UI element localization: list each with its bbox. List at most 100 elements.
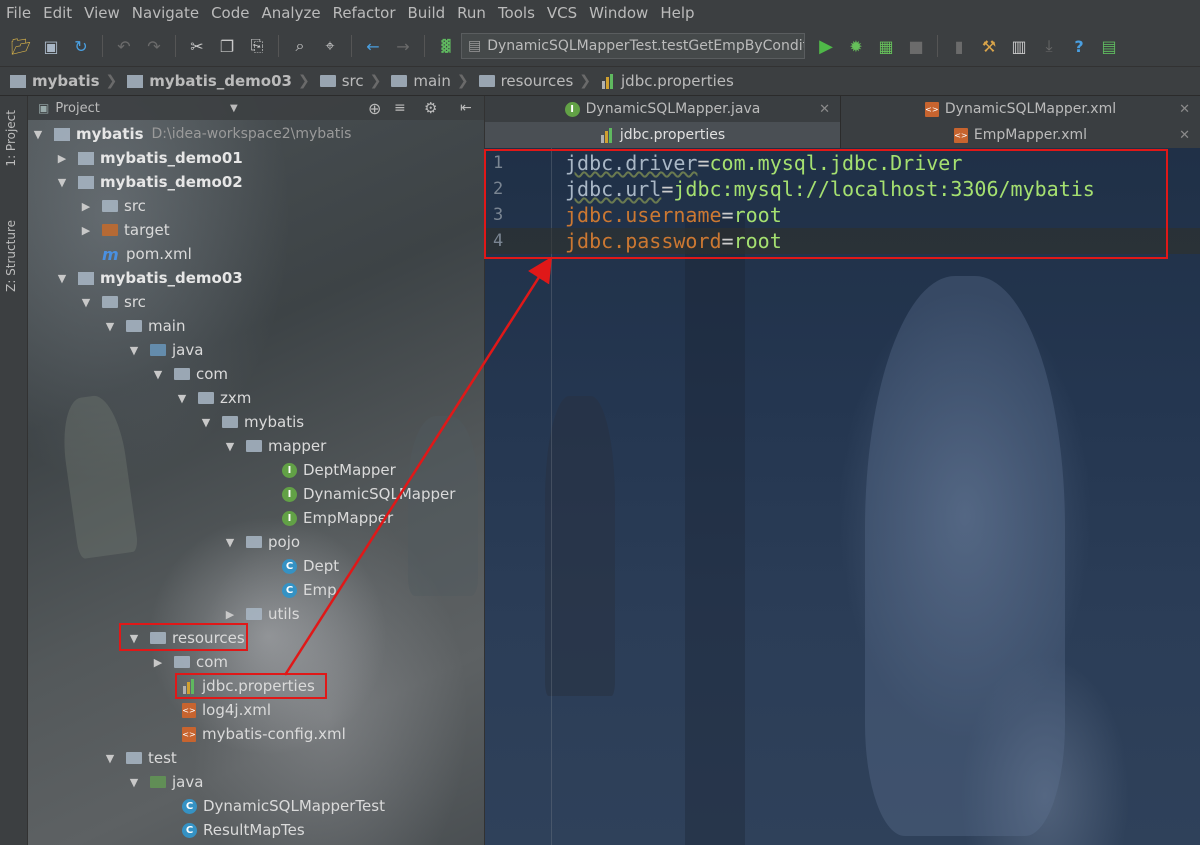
tree-item-test[interactable]: ▼ test [104, 746, 177, 770]
crumb-jdbc-properties[interactable]: jdbc.properties [591, 67, 740, 95]
tree-label: mapper [268, 437, 327, 455]
open-folder-icon[interactable]: 📂︎ [8, 33, 34, 59]
crumb-label: mybatis_demo03 [149, 72, 292, 90]
terminal-icon[interactable]: ▤ [1096, 33, 1122, 59]
copy-icon[interactable]: ❐ [214, 33, 240, 59]
crumb-src[interactable]: src [310, 67, 370, 95]
menu-build[interactable]: Build [402, 0, 452, 26]
menu-analyze[interactable]: Analyze [255, 0, 326, 26]
breadcrumb: mybatis ❯ mybatis_demo03 ❯ src ❯ main ❯ … [0, 67, 1200, 96]
menu-bar: File Edit View Navigate Code Analyze Ref… [0, 0, 1200, 26]
tab-label: jdbc.properties [619, 127, 726, 143]
menu-tools[interactable]: Tools [492, 0, 541, 26]
tree-item-empmapper[interactable]: I EmpMapper [282, 506, 393, 530]
tree-item-target[interactable]: ▶ target [80, 218, 170, 242]
tree-item-test-java[interactable]: ▼ java [128, 770, 204, 794]
tree-item-mybatis-package[interactable]: ▼ mybatis [200, 410, 304, 434]
tree-item-pom-xml[interactable]: m pom.xml [102, 242, 192, 266]
menu-run[interactable]: Run [451, 0, 492, 26]
tab-jdbc-properties[interactable]: jdbc.properties [485, 122, 841, 148]
run-icon[interactable]: ▶ [813, 33, 839, 59]
tree-item-dept[interactable]: C Dept [282, 554, 339, 578]
settings-icon[interactable]: ⚒ [976, 33, 1002, 59]
crumb-mybatis-demo03[interactable]: mybatis_demo03 [117, 67, 298, 95]
hide-panel-icon[interactable]: ⇤ [460, 100, 472, 116]
tree-item-log4j-xml[interactable]: <> log4j.xml [182, 698, 271, 722]
debug-icon[interactable]: ✹ [843, 33, 869, 59]
tree-label: DeptMapper [303, 461, 396, 479]
tree-item-com[interactable]: ▼ com [152, 362, 228, 386]
attach-icon[interactable]: ▮ [946, 33, 972, 59]
tab-dynamicsqlmapper-xml[interactable]: <> DynamicSQLMapper.xml ✕ [841, 96, 1200, 122]
source-folder-icon [150, 344, 166, 356]
tree-item-com-resources[interactable]: ▶ com [152, 650, 228, 674]
toolbar-divider [175, 35, 176, 57]
crumb-main[interactable]: main [381, 67, 456, 95]
tree-item-mybatis-demo03[interactable]: ▼ mybatis_demo03 [56, 266, 243, 290]
run-configuration-select[interactable]: ▤ DynamicSQLMapperTest.testGetEmpByCondi… [461, 33, 805, 59]
view-mode-dropdown-icon[interactable]: ▼ [230, 103, 238, 114]
build-icon[interactable]: ▓ [433, 33, 459, 59]
tree-item-deptmapper[interactable]: I DeptMapper [282, 458, 396, 482]
class-icon: C [282, 558, 297, 574]
tree-item-dynamicsqlmapper[interactable]: I DynamicSQLMapper [282, 482, 455, 506]
stop-icon[interactable]: ■ [903, 33, 929, 59]
close-icon[interactable]: ✕ [1179, 102, 1190, 117]
menu-view[interactable]: View [78, 0, 126, 26]
replace-icon[interactable]: ⌖ [317, 33, 343, 59]
menu-file[interactable]: File [0, 0, 37, 26]
structure-tool-tab[interactable]: Z: Structure [4, 220, 18, 292]
find-icon[interactable]: ⌕ [287, 33, 313, 59]
tree-item-src[interactable]: ▼ src [80, 290, 146, 314]
tree-root-mybatis[interactable]: ▼ mybatis D:\idea-workspace2\mybatis [32, 122, 352, 146]
coverage-icon[interactable]: ▦ [873, 33, 899, 59]
tree-item-pojo[interactable]: ▼ pojo [224, 530, 300, 554]
tree-item-mapper[interactable]: ▼ mapper [224, 434, 326, 458]
forward-icon[interactable]: → [390, 33, 416, 59]
menu-window[interactable]: Window [583, 0, 654, 26]
locate-icon[interactable]: ⊕ [368, 99, 381, 118]
tree-item-mybatis-demo02[interactable]: ▼ mybatis_demo02 [56, 170, 243, 194]
tree-item-main[interactable]: ▼ main [104, 314, 186, 338]
paste-icon[interactable]: ⎘ [244, 33, 270, 59]
menu-code[interactable]: Code [205, 0, 255, 26]
tree-item-java[interactable]: ▼ java [128, 338, 204, 362]
tab-label: EmpMapper.xml [973, 127, 1088, 143]
toolbar-divider [424, 35, 425, 57]
menu-edit[interactable]: Edit [37, 0, 78, 26]
project-folder-icon [10, 74, 26, 88]
project-structure-icon[interactable]: ▥ [1006, 33, 1032, 59]
undo-icon[interactable]: ↶ [111, 33, 137, 59]
sync-icon[interactable]: ↻ [68, 33, 94, 59]
menu-help[interactable]: Help [654, 0, 700, 26]
redo-icon[interactable]: ↷ [141, 33, 167, 59]
gear-icon[interactable]: ⚙ [424, 99, 437, 117]
expanded-arrow-icon: ▼ [201, 415, 211, 429]
back-icon[interactable]: ← [360, 33, 386, 59]
save-icon[interactable]: ▣ [38, 33, 64, 59]
maven-icon: m [102, 244, 119, 264]
tab-empmapper-xml[interactable]: <> EmpMapper.xml ✕ [841, 122, 1200, 148]
crumb-mybatis[interactable]: mybatis [0, 67, 106, 95]
help-icon[interactable]: ? [1066, 33, 1092, 59]
download-icon[interactable]: ⤓ [1036, 33, 1062, 59]
test-folder-icon [150, 776, 166, 788]
collapse-icon[interactable]: ≡ [394, 100, 406, 116]
menu-vcs[interactable]: VCS [541, 0, 583, 26]
tree-item-dynamicsqlmappertest[interactable]: C DynamicSQLMapperTest [182, 794, 385, 818]
tree-item-mybatis-config-xml[interactable]: <> mybatis-config.xml [182, 722, 346, 746]
tree-item-resultmaptes[interactable]: C ResultMapTes [182, 818, 305, 842]
cut-icon[interactable]: ✂ [184, 33, 210, 59]
menu-navigate[interactable]: Navigate [126, 0, 205, 26]
project-tool-tab[interactable]: 1: Project [4, 110, 18, 167]
tab-dynamicsqlmapper-java[interactable]: I DynamicSQLMapper.java ✕ [485, 96, 841, 122]
tree-item-src[interactable]: ▶ src [80, 194, 146, 218]
expanded-arrow-icon: ▼ [81, 295, 91, 309]
tree-item-zxm[interactable]: ▼ zxm [176, 386, 252, 410]
tree-item-emp[interactable]: C Emp [282, 578, 337, 602]
close-icon[interactable]: ✕ [1179, 128, 1190, 143]
close-icon[interactable]: ✕ [819, 102, 830, 117]
tree-item-mybatis-demo01[interactable]: ▶ mybatis_demo01 [56, 146, 243, 170]
crumb-resources[interactable]: resources [469, 67, 580, 95]
menu-refactor[interactable]: Refactor [327, 0, 402, 26]
